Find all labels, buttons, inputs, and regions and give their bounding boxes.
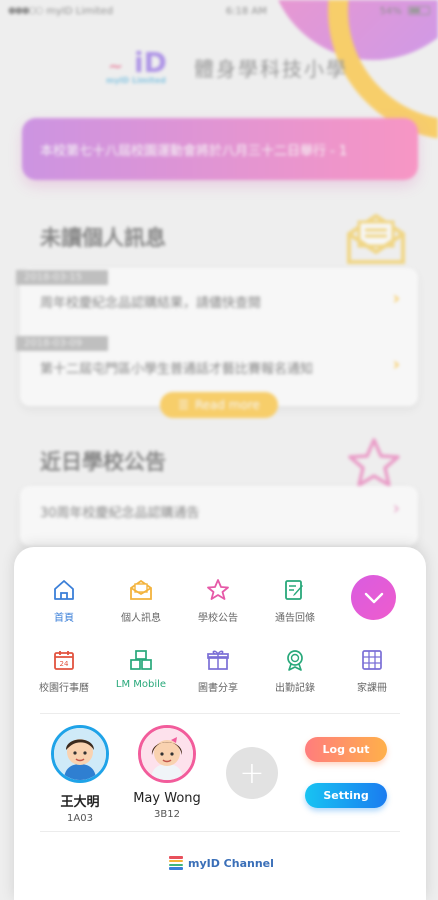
calendar-icon: 24 [51, 647, 77, 673]
message-text: 周年校慶紀念品認購結果，請儘快查閱 [40, 296, 262, 311]
menu-item-calendar[interactable]: 24 校園行事曆 [26, 647, 102, 694]
divider [40, 713, 400, 714]
notice-card[interactable]: 30周年校慶紀念品認購通告 › [20, 486, 418, 546]
myid-channel-logo-icon [169, 856, 183, 870]
read-more-button[interactable]: ☰ Read more [160, 392, 278, 418]
battery-icon [407, 6, 430, 15]
chevron-right-icon: › [392, 498, 400, 519]
menu-item-homework[interactable]: 家課冊 [334, 647, 410, 694]
account-name: May Wong [133, 791, 201, 806]
messages-card: 2018-03-15 周年校慶紀念品認購結果，請儘快查閱 › 2018-03-0… [16, 268, 418, 406]
account-student-2[interactable]: May Wong 3B12 [127, 725, 207, 820]
message-date: 2018-03-15 [16, 270, 108, 285]
account-name: 王大明 [60, 795, 100, 810]
star-icon [205, 577, 231, 603]
svg-text:24: 24 [60, 660, 69, 668]
myid-channel-link[interactable]: myID Channel [169, 856, 274, 870]
star-icon [348, 438, 400, 487]
logout-button[interactable]: Log out [305, 737, 387, 762]
menu-item-attendance[interactable]: 出勤記錄 [257, 647, 333, 694]
channel-label: myID Channel [188, 856, 274, 870]
gift-icon [205, 647, 231, 673]
marquee-text: 本校第七十八屆校園運動會將於八月三十二日舉行 - 1 [40, 143, 348, 159]
setting-button[interactable]: Setting [305, 783, 387, 808]
collapse-menu-button[interactable] [351, 575, 396, 620]
envelope-icon [347, 214, 405, 264]
message-text: 第十二屆屯門區小學生普通話才藝比賽報名通知 [40, 362, 314, 377]
menu-item-book-sharing[interactable]: 圖書分享 [180, 647, 256, 694]
home-icon [51, 577, 77, 603]
edit-document-icon [282, 577, 308, 603]
grid-book-icon [359, 647, 385, 673]
avatar [138, 725, 196, 783]
boxes-icon [128, 647, 154, 673]
message-row[interactable]: 2018-03-15 周年校慶紀念品認購結果，請儘快查閱 › [16, 268, 418, 328]
carrier: myID Limited [46, 5, 114, 17]
account-class: 3B12 [154, 809, 180, 820]
message-row[interactable]: 2018-03-09 第十二屆屯門區小學生普通話才藝比賽報名通知 › [16, 334, 418, 394]
notices-section-title: 近日學校公告 [40, 450, 166, 474]
chevron-down-icon [364, 592, 383, 603]
notice-text: 30周年校慶紀念品認購通告 [40, 506, 200, 521]
avatar [51, 725, 109, 783]
message-date: 2018-03-09 [16, 336, 108, 351]
divider [40, 831, 400, 832]
chevron-right-icon: › [392, 288, 400, 309]
chevron-right-icon: › [392, 354, 400, 375]
account-class: 1A03 [67, 813, 93, 824]
myid-logo: ~ iD myID Limited [106, 46, 167, 85]
school-name: 體身學科技小學 [194, 56, 348, 81]
menu-item-home[interactable]: 首頁 [26, 577, 102, 624]
signal-icon: ●●●○○ [8, 6, 43, 16]
envelope-icon [128, 577, 154, 603]
menu-item-messages[interactable]: 個人訊息 [103, 577, 179, 624]
status-bar: ●●●○○ myID Limited 6:18 AM 54% [8, 2, 430, 20]
announcement-marquee[interactable]: 本校第七十八屆校園運動會將於八月三十二日舉行 - 1 [22, 118, 418, 180]
app-header: ~ iD myID Limited 體身學科技小學 [104, 46, 348, 88]
list-icon: ☰ [178, 398, 189, 412]
battery-status: 54% [380, 6, 430, 17]
account-student-1[interactable]: 王大明 1A03 [40, 725, 120, 824]
menu-panel: 首頁 個人訊息 學校公告 通告回條 24 校園行事曆 LM Mobile 圖書分… [14, 547, 426, 900]
menu-item-notices[interactable]: 學校公告 [180, 577, 256, 624]
menu-item-reply-slips[interactable]: 通告回條 [257, 577, 333, 624]
add-account-button[interactable]: + [226, 747, 278, 799]
clock: 6:18 AM [225, 5, 267, 17]
messages-section-title: 未讀個人訊息 [40, 226, 166, 250]
medal-icon [282, 647, 308, 673]
menu-item-lm-mobile[interactable]: LM Mobile [103, 647, 179, 690]
